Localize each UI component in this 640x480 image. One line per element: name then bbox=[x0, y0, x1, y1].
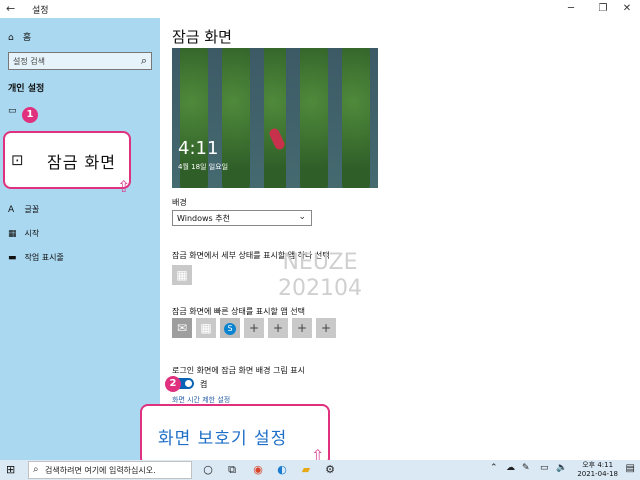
watermark-line: 202104 bbox=[278, 276, 362, 301]
home-icon: ⌂ bbox=[8, 33, 14, 43]
preview-island bbox=[264, 48, 286, 188]
background-select[interactable]: Windows 추천 ⌄ bbox=[172, 210, 312, 226]
preview-island bbox=[300, 48, 328, 188]
sidebar-section-title: 개인 설정 bbox=[8, 84, 45, 94]
add-app-tile[interactable]: + bbox=[244, 318, 264, 338]
tray-expand-icon[interactable]: ⌃ bbox=[490, 463, 498, 473]
network-icon[interactable]: ▭ bbox=[540, 463, 549, 473]
skype-app-tile[interactable]: S bbox=[220, 318, 240, 338]
clock-time: 오후 4:11 bbox=[582, 461, 614, 469]
preview-date: 4월 18일 일요일 bbox=[178, 163, 229, 171]
chrome-icon[interactable]: ◉ bbox=[250, 462, 266, 478]
add-app-tile[interactable]: + bbox=[268, 318, 288, 338]
onedrive-icon[interactable]: ☁ bbox=[506, 463, 515, 473]
sidebar-item-font[interactable]: A 글꼴 bbox=[8, 204, 39, 215]
signin-bg-label: 로그인 화면에 잠금 화면 배경 그림 표시 bbox=[172, 366, 306, 375]
watermark: NEUZE 202104 bbox=[278, 250, 362, 302]
lock-screen-preview: 4:11 4월 18일 일요일 bbox=[172, 48, 378, 188]
taskbar-clock[interactable]: 오후 4:11 2021-04-18 bbox=[577, 461, 618, 479]
preview-island bbox=[342, 48, 370, 188]
sidebar-item-label: 시작 bbox=[24, 229, 40, 238]
sidebar-item-label: 홈 bbox=[22, 33, 32, 43]
chevron-down-icon: ⌄ bbox=[298, 212, 306, 222]
add-app-tile[interactable]: + bbox=[292, 318, 312, 338]
taskbar-search-placeholder: 검색하려면 여기에 입력하십시오. bbox=[45, 466, 156, 475]
pen-icon[interactable]: ✎ bbox=[522, 463, 530, 473]
sidebar-item-label: 작업 표시줄 bbox=[24, 253, 64, 262]
calendar-app-tile[interactable]: ▦ bbox=[196, 318, 216, 338]
sidebar-item-lock-screen[interactable]: ⊡ 잠금 화면 bbox=[3, 131, 131, 189]
settings-search-input[interactable]: 설정 검색 ⌕ bbox=[8, 52, 152, 70]
lock-screen-icon: ⊡ bbox=[11, 151, 24, 169]
settings-gear-icon[interactable]: ⚙ bbox=[322, 462, 338, 478]
file-explorer-icon[interactable]: ▰ bbox=[298, 462, 314, 478]
volume-icon[interactable]: 🔈 bbox=[556, 463, 567, 473]
toggle-state-label: 켬 bbox=[200, 380, 208, 389]
start-icon: ▦ bbox=[8, 229, 17, 239]
watermark-line: NEUZE bbox=[282, 250, 358, 275]
taskbar: ⊞ ⌕ 검색하려면 여기에 입력하십시오. ○ ⧉ ◉ ◐ ▰ ⚙ ⌃ ☁ ✎ … bbox=[0, 460, 640, 480]
sidebar-item-label: 글꼴 bbox=[24, 205, 40, 214]
sidebar: ⌂ 홈 설정 검색 ⌕ 개인 설정 ▭ A 글꼴 ▦ 시작 ▬ 작업 표시줄 bbox=[0, 18, 160, 460]
edge-icon[interactable]: ◐ bbox=[274, 462, 290, 478]
taskbar-icon: ▬ bbox=[8, 253, 17, 263]
task-view-icon[interactable]: ⧉ bbox=[224, 462, 240, 478]
screen-saver-settings-link[interactable]: 화면 보호기 설정 bbox=[140, 404, 330, 466]
sidebar-item-home[interactable]: ⌂ 홈 bbox=[8, 30, 31, 43]
add-app-tile[interactable]: + bbox=[316, 318, 336, 338]
cursor-pointer-icon: ⇧ bbox=[117, 177, 131, 196]
sidebar-item-start[interactable]: ▦ 시작 bbox=[8, 228, 39, 239]
search-icon: ⌕ bbox=[33, 464, 39, 475]
sidebar-item-taskbar[interactable]: ▬ 작업 표시줄 bbox=[8, 252, 64, 263]
window-title: 설정 bbox=[32, 6, 49, 16]
toggle-knob bbox=[185, 380, 192, 387]
step-badge-1: 1 bbox=[22, 107, 38, 123]
cortana-icon[interactable]: ○ bbox=[200, 462, 216, 478]
minimize-button[interactable]: ─ bbox=[560, 0, 582, 18]
notification-icon[interactable]: ▤ bbox=[626, 463, 635, 474]
calendar-app-tile[interactable]: ▦ bbox=[172, 265, 192, 285]
background-select-value: Windows 추천 bbox=[177, 214, 230, 223]
restore-button[interactable]: ❐ bbox=[592, 0, 614, 18]
windows-start-icon[interactable]: ⊞ bbox=[6, 463, 20, 477]
close-button[interactable]: ✕ bbox=[616, 0, 638, 18]
clock-date: 2021-04-18 bbox=[577, 470, 618, 478]
background-label: 배경 bbox=[172, 198, 187, 207]
font-icon: A bbox=[8, 205, 15, 215]
back-arrow-icon[interactable]: ← bbox=[6, 2, 20, 16]
taskbar-search-input[interactable]: ⌕ 검색하려면 여기에 입력하십시오. bbox=[28, 461, 192, 479]
search-placeholder: 설정 검색 bbox=[13, 57, 45, 66]
image-icon: ▭ bbox=[8, 106, 17, 116]
screen-saver-link-label: 화면 보호기 설정 bbox=[158, 429, 288, 449]
sidebar-item-background[interactable]: ▭ bbox=[8, 106, 22, 116]
step-badge-2: 2 bbox=[165, 376, 181, 392]
title-bar: ← 설정 ─ ❐ ✕ bbox=[0, 0, 640, 18]
quick-apps-label: 잠금 화면에 빠른 상태를 표시할 앱 선택 bbox=[172, 307, 306, 316]
preview-time: 4:11 bbox=[178, 138, 219, 159]
page-title: 잠금 화면 bbox=[172, 28, 232, 46]
mail-app-tile[interactable]: ✉ bbox=[172, 318, 192, 338]
search-icon: ⌕ bbox=[140, 54, 147, 67]
sidebar-item-label: 잠금 화면 bbox=[47, 153, 116, 172]
